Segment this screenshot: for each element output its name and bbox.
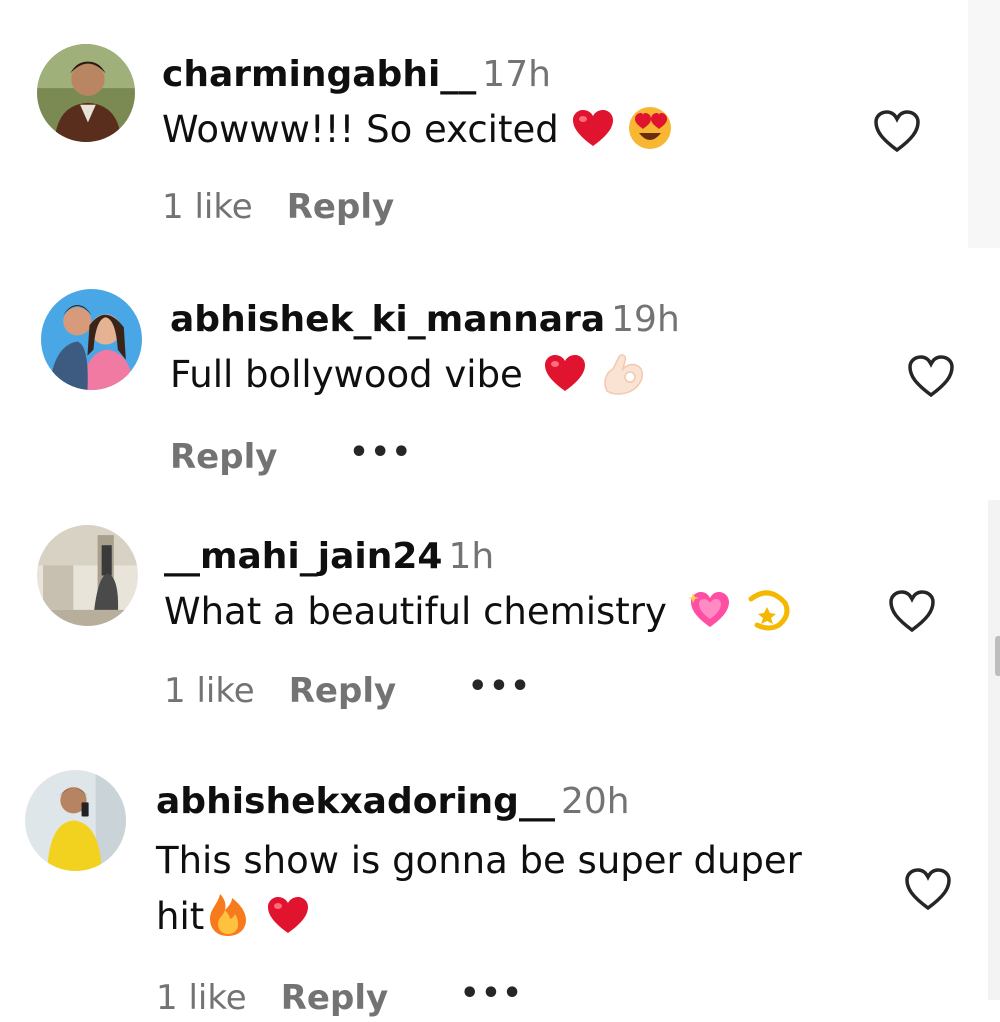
comment-header: abhishek_ki_mannara 19h [170,298,680,342]
comment-text: This show is gonna be super duper [156,833,802,889]
avatar[interactable] [25,770,126,871]
comment-actions: 1 like Reply ••• [164,669,566,715]
comment-header: __mahi_jain24 1h [164,535,494,579]
reply-button[interactable]: Reply [289,669,396,713]
more-options-icon[interactable]: ••• [468,665,532,709]
comment-actions: 1 like Reply [162,185,428,229]
comment-text: hit [156,889,310,945]
avatar[interactable] [37,525,138,626]
comment-text: Full bollywood vibe [170,347,645,403]
comment-text: Wowww!!! So excited [162,102,673,158]
more-options-icon[interactable]: ••• [349,431,413,475]
heart-outline-icon[interactable] [906,353,956,399]
username[interactable]: abhishek_ki_mannara [170,299,605,340]
reply-button[interactable]: Reply [281,976,388,1020]
more-options-icon[interactable]: ••• [460,972,524,1016]
timestamp[interactable]: 17h [482,54,551,95]
red-heart-emoji [543,353,587,393]
comment-text-content: Wowww!!! So excited [162,108,559,151]
avatar[interactable] [37,44,135,142]
heart-outline-icon[interactable] [872,108,922,154]
timestamp[interactable]: 20h [561,781,630,822]
timestamp[interactable]: 19h [611,299,680,340]
avatar[interactable] [41,289,142,390]
comment-actions: Reply ••• [170,435,447,481]
red-heart-emoji [571,108,615,148]
heart-outline-icon[interactable] [903,866,953,912]
dizzy-emoji [745,587,793,633]
comment-text-content: What a beautiful chemistry [164,590,667,633]
comment-item: charmingabhi__ 17h Wowww!!! So excited 1 … [0,0,1000,250]
comment-text-content: Full bollywood vibe [170,353,523,396]
heart-eyes-emoji [627,105,673,151]
comment-header: abhishekxadoring__ 20h [156,780,630,824]
sparkling-heart-emoji [687,589,733,631]
fire-emoji [208,892,248,938]
comment-text-line1: This show is gonna be super duper [156,839,802,882]
like-count[interactable]: 1 like [162,185,253,229]
reply-button[interactable]: Reply [287,185,394,229]
like-count[interactable]: 1 like [164,669,255,713]
username[interactable]: charmingabhi__ [162,54,476,95]
comment-item: abhishek_ki_mannara 19h Full bollywood vi… [0,250,1000,500]
comment-text: What a beautiful chemistry [164,584,793,640]
heart-outline-icon[interactable] [887,588,937,634]
comment-item: __mahi_jain24 1h What a beautiful chemist… [0,500,1000,750]
red-heart-emoji [266,895,310,935]
comment-actions: 1 like Reply ••• [156,976,558,1022]
username[interactable]: abhishekxadoring__ [156,781,555,822]
timestamp[interactable]: 1h [448,536,494,577]
username[interactable]: __mahi_jain24 [164,536,442,577]
reply-button[interactable]: Reply [170,435,277,479]
comment-text-line2: hit [156,895,205,938]
like-count[interactable]: 1 like [156,976,247,1020]
comment-header: charmingabhi__ 17h [162,53,551,97]
comment-item: abhishekxadoring__ 20h This show is gonna… [0,750,1000,1018]
ok-hand-emoji [599,351,645,395]
